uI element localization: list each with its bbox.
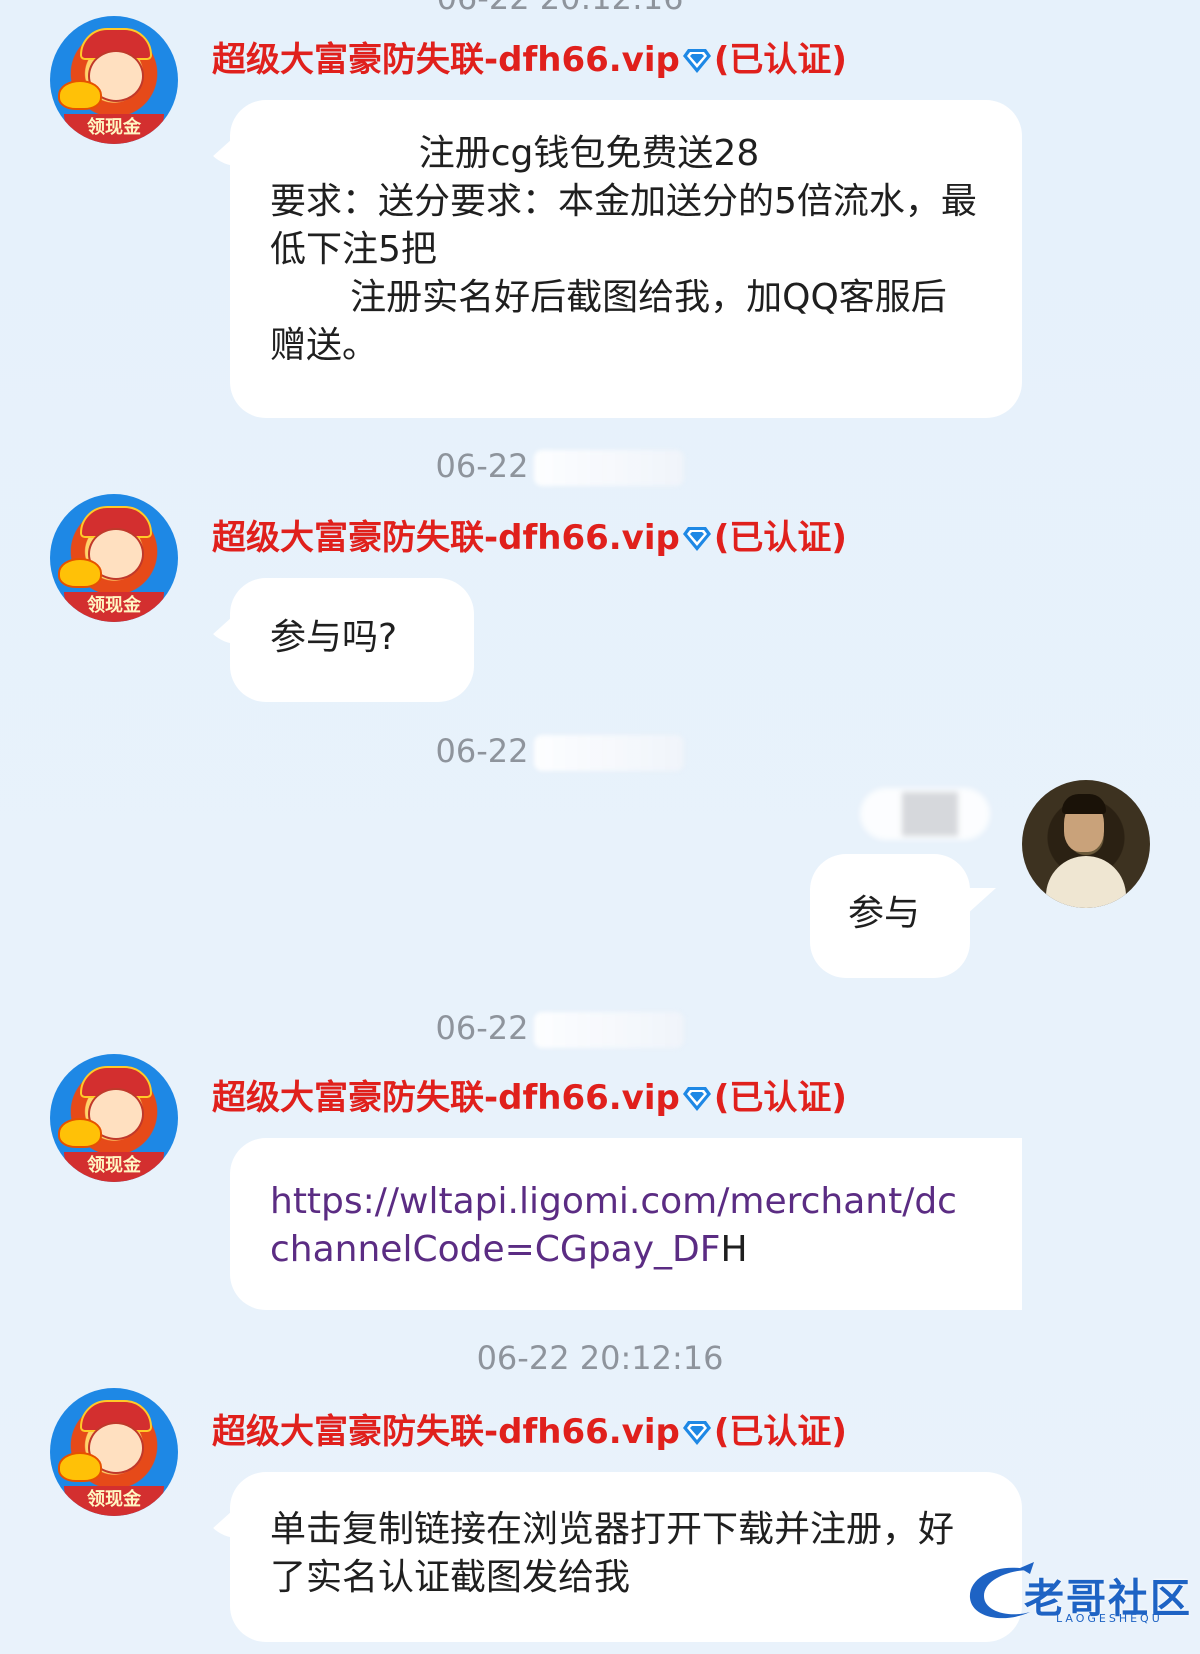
message-text-tail: H bbox=[720, 1229, 748, 1270]
verified-diamond-icon bbox=[682, 1421, 711, 1445]
avatar[interactable]: 领现金 bbox=[50, 1388, 178, 1516]
self-name-redaction bbox=[860, 788, 990, 840]
avatar-ribbon: 领现金 bbox=[64, 114, 164, 144]
message-link-continued[interactable]: channelCode=CGpay_DF bbox=[270, 1229, 720, 1270]
timestamp-redaction bbox=[534, 450, 685, 486]
avatar[interactable]: 领现金 bbox=[50, 494, 178, 622]
verified-label: (已认证) bbox=[713, 518, 847, 558]
message-text: 参与 bbox=[848, 893, 921, 934]
watermark-subtitle: LAOGESHEQU bbox=[1056, 1612, 1163, 1625]
verified-diamond-icon bbox=[682, 527, 711, 551]
timestamp-redaction bbox=[534, 1012, 685, 1048]
verified-diamond-icon bbox=[682, 1087, 711, 1111]
avatar-body bbox=[1046, 856, 1126, 908]
sender-name-text: 超级大富豪防失联-dfh66.vip bbox=[212, 1078, 680, 1118]
verified-label: (已认证) bbox=[713, 40, 847, 80]
timestamp-text: 06-22 20:12:16 bbox=[437, 0, 684, 17]
avatar-ribbon: 领现金 bbox=[64, 1152, 164, 1182]
message-link[interactable]: https://wltapi.ligomi.com/merchant/dc bbox=[270, 1181, 957, 1222]
avatar-gold-ingot bbox=[58, 558, 102, 588]
timestamp-text: 06-22 bbox=[435, 447, 529, 485]
message-bubble[interactable]: 注册cg钱包免费送28 要求：送分要求：本金加送分的5倍流水，最低下注5把 注册… bbox=[230, 100, 1022, 418]
sender-name[interactable]: 超级大富豪防失联-dfh66.vip (已认证) bbox=[212, 1410, 847, 1454]
avatar-ribbon: 领现金 bbox=[64, 1486, 164, 1516]
message-bubble[interactable]: 单击复制链接在浏览器打开下载并注册，好了实名认证截图发给我 bbox=[230, 1472, 1022, 1642]
sender-name[interactable]: 超级大富豪防失联-dfh66.vip (已认证) bbox=[212, 516, 847, 560]
sender-name-text: 超级大富豪防失联-dfh66.vip bbox=[212, 518, 680, 558]
timestamp-text: 06-22 bbox=[435, 732, 529, 770]
avatar[interactable]: 领现金 bbox=[50, 16, 178, 144]
avatar-ribbon: 领现金 bbox=[64, 592, 164, 622]
sender-name[interactable]: 超级大富豪防失联-dfh66.vip (已认证) bbox=[212, 1076, 847, 1120]
message-text: 参与吗? bbox=[270, 617, 398, 658]
sender-name-text: 超级大富豪防失联-dfh66.vip bbox=[212, 40, 680, 80]
timestamp: 06-22 bbox=[0, 446, 1200, 486]
timestamp: 06-22 bbox=[0, 1008, 1200, 1048]
timestamp: 06-22 bbox=[0, 731, 1200, 771]
message-bubble-self[interactable]: 参与 bbox=[810, 854, 970, 978]
verified-diamond-icon bbox=[682, 49, 711, 73]
self-avatar[interactable] bbox=[1022, 780, 1150, 908]
timestamp-top-clipped: 06-22 20:12:16 bbox=[0, 0, 1200, 18]
message-bubble[interactable]: 参与吗? bbox=[230, 578, 474, 702]
message-text: 注册cg钱包免费送28 要求：送分要求：本金加送分的5倍流水，最低下注5把 注册… bbox=[270, 133, 977, 366]
avatar-gold-ingot bbox=[58, 80, 102, 110]
avatar-hair bbox=[1062, 794, 1106, 814]
verified-label: (已认证) bbox=[713, 1078, 847, 1118]
timestamp-text: 06-22 bbox=[435, 1009, 529, 1047]
message-bubble-link[interactable]: https://wltapi.ligomi.com/merchant/dc ch… bbox=[230, 1138, 1022, 1310]
avatar[interactable]: 领现金 bbox=[50, 1054, 178, 1182]
sender-name[interactable]: 超级大富豪防失联-dfh66.vip (已认证) bbox=[212, 38, 847, 82]
avatar-gold-ingot bbox=[58, 1452, 102, 1482]
timestamp-redaction bbox=[534, 735, 685, 771]
timestamp: 06-22 20:12:16 bbox=[0, 1338, 1200, 1378]
avatar-gold-ingot bbox=[58, 1118, 102, 1148]
redaction-block bbox=[902, 792, 958, 836]
message-text: 单击复制链接在浏览器打开下载并注册，好了实名认证截图发给我 bbox=[270, 1509, 955, 1598]
sender-name-text: 超级大富豪防失联-dfh66.vip bbox=[212, 1412, 680, 1452]
watermark-logo: 老哥社区 LAOGESHEQU bbox=[960, 1560, 1200, 1630]
verified-label: (已认证) bbox=[713, 1412, 847, 1452]
timestamp-text: 06-22 20:12:16 bbox=[476, 1339, 724, 1377]
